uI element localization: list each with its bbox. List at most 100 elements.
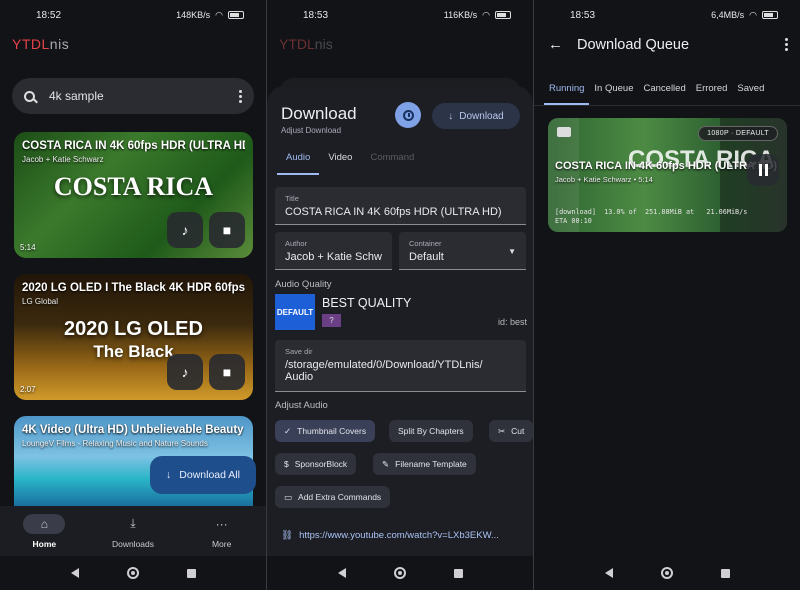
dollar-icon: $ — [284, 459, 289, 469]
bottom-navigation: ⌂ Home ⤓ Downloads ··· More — [0, 506, 266, 556]
recents-nav-icon[interactable] — [720, 568, 730, 578]
active-download-card[interactable]: COSTA RICA 1080P · DEFAULT COSTA RICA IN… — [548, 118, 787, 232]
card-author: LG Global — [22, 297, 59, 306]
link-icon: ⛓ — [281, 530, 294, 541]
recents-nav-icon[interactable] — [186, 568, 196, 578]
download-icon: ⤓ — [130, 516, 136, 530]
container-select[interactable]: Container Default ▼ — [399, 232, 526, 270]
wifi-icon: ◠ — [215, 9, 223, 20]
search-bar[interactable]: 4k sample — [12, 78, 254, 114]
back-nav-icon[interactable] — [604, 568, 613, 578]
format-name[interactable]: BEST QUALITY — [322, 296, 411, 310]
app-logo: YTDLnis — [279, 36, 333, 52]
split-chapters-chip[interactable]: Split By Chapters — [389, 420, 473, 442]
status-bar: 18:53 6,4MB/s ◠ — [534, 0, 800, 30]
card-title: COSTA RICA IN 4K 60fps HDR (ULTRA HD) — [22, 140, 245, 152]
more-vert-icon[interactable] — [785, 38, 788, 51]
pencil-icon: ✎ — [382, 458, 390, 469]
terminal-icon: ▭ — [284, 491, 293, 502]
adjust-audio-label: Adjust Audio — [275, 400, 328, 411]
download-button[interactable]: ↓ Download — [432, 103, 520, 129]
download-queue-screen: 18:53 6,4MB/s ◠ ← Download Queue Running… — [534, 0, 800, 590]
music-note-icon[interactable]: ♪ — [167, 354, 203, 390]
tab-in-queue[interactable]: In Queue — [589, 83, 638, 105]
network-speed: 148KB/s — [176, 10, 211, 20]
card-duration: 5:14 — [20, 243, 36, 252]
queue-tabs: Running In Queue Cancelled Errored Saved — [544, 83, 769, 105]
save-dir-field[interactable]: Save dir /storage/emulated/0/Download/YT… — [275, 340, 526, 392]
tab-audio[interactable]: Audio — [277, 152, 320, 175]
title-field[interactable]: Title COSTA RICA IN 4K 60fps HDR (ULTRA … — [275, 187, 526, 225]
download-arrow-icon: ↓ — [448, 110, 454, 122]
back-nav-icon[interactable] — [337, 568, 346, 578]
battery-icon — [228, 11, 244, 19]
audio-quality-label: Audio Quality — [275, 279, 332, 290]
status-time: 18:52 — [36, 9, 62, 21]
tab-cancelled[interactable]: Cancelled — [638, 83, 690, 105]
battery-icon — [762, 11, 778, 19]
download-all-button[interactable]: ↓ Download All — [150, 456, 256, 494]
system-nav-bar — [534, 556, 800, 590]
app-logo: YTDLnis — [12, 36, 70, 52]
scissors-icon: ✂ — [498, 425, 506, 436]
dropdown-arrow-icon: ▼ — [508, 247, 516, 256]
nav-downloads[interactable]: ⤓ Downloads — [98, 514, 168, 549]
network-speed: 6,4MB/s — [711, 10, 745, 20]
card-author: Jacob + Katie Schwarz — [22, 155, 104, 164]
card-author: LoungeV Films - Relaxing Music and Natur… — [22, 439, 208, 448]
pause-icon — [758, 164, 762, 176]
schedule-button[interactable] — [395, 102, 421, 128]
sheet-title: Download — [281, 104, 357, 123]
tab-errored[interactable]: Errored — [691, 83, 733, 105]
home-screen: 18:52 148KB/s ◠ YTDLnis 4k sample COSTA … — [0, 0, 266, 590]
home-nav-icon[interactable] — [393, 567, 406, 579]
filename-template-chip[interactable]: ✎ Filename Template — [373, 453, 476, 475]
video-url-link[interactable]: ⛓ https://www.youtube.com/watch?v=LXb3EKW… — [281, 530, 499, 541]
clock-icon — [402, 109, 414, 121]
home-nav-icon[interactable] — [660, 567, 673, 579]
status-time: 18:53 — [303, 9, 329, 21]
home-nav-icon[interactable] — [126, 567, 139, 579]
network-speed: 116KB/s — [443, 10, 478, 20]
queue-header: ← Download Queue — [548, 36, 788, 53]
tab-video[interactable]: Video — [319, 152, 361, 175]
download-author: Jacob + Katie Schwarz • 5:14 — [555, 175, 653, 184]
format-tabs: Audio Video Command — [277, 152, 423, 175]
download-title: COSTA RICA IN 4K 60fps HDR (ULTRA HD) — [555, 160, 778, 172]
video-camera-icon[interactable]: ■ — [209, 354, 245, 390]
status-bar: 18:52 148KB/s ◠ — [0, 0, 266, 30]
tab-running[interactable]: Running — [544, 83, 590, 105]
thumbnail-covers-chip[interactable]: ✓ Thumbnail Covers — [275, 420, 376, 442]
extra-commands-chip[interactable]: ▭ Add Extra Commands — [275, 486, 391, 508]
pause-button[interactable] — [747, 154, 779, 186]
nav-home[interactable]: ⌂ Home — [9, 513, 79, 549]
battery-icon — [495, 11, 511, 19]
system-nav-bar — [0, 556, 266, 590]
nav-more[interactable]: ··· More — [187, 514, 257, 549]
format-badge[interactable]: DEFAULT — [275, 294, 315, 330]
page-title: Download Queue — [577, 36, 690, 53]
status-time: 18:53 — [570, 9, 596, 21]
sheet-subtitle: Adjust Download — [281, 126, 342, 135]
author-field[interactable]: Author Jacob + Katie Schwarz — [275, 232, 392, 270]
download-arrow-icon: ↓ — [166, 469, 172, 481]
music-note-icon[interactable]: ♪ — [167, 212, 203, 248]
back-nav-icon[interactable] — [70, 568, 79, 578]
more-vert-icon[interactable] — [239, 89, 242, 103]
result-card[interactable]: COSTA RICA IN 4K 60fps HDR (ULTRA HD) Ja… — [14, 132, 253, 258]
home-icon: ⌂ — [23, 513, 66, 534]
tab-saved[interactable]: Saved — [732, 83, 769, 105]
cut-chip[interactable]: ✂ Cut — [489, 420, 533, 442]
format-id: id: best — [497, 317, 527, 327]
format-info-badge: ? — [322, 314, 341, 327]
wifi-icon: ◠ — [482, 9, 490, 20]
result-card[interactable]: 2020 LG OLED I The Black 4K HDR 60fps LG… — [14, 274, 253, 400]
back-arrow-icon[interactable]: ← — [548, 36, 563, 53]
search-input[interactable]: 4k sample — [49, 89, 104, 103]
format-badge: 1080P · DEFAULT — [698, 126, 778, 141]
recents-nav-icon[interactable] — [453, 568, 463, 578]
tab-command[interactable]: Command — [361, 152, 423, 175]
sponsorblock-chip[interactable]: $ SponsorBlock — [275, 453, 357, 475]
video-camera-icon[interactable]: ■ — [209, 212, 245, 248]
youtube-icon — [557, 127, 571, 137]
